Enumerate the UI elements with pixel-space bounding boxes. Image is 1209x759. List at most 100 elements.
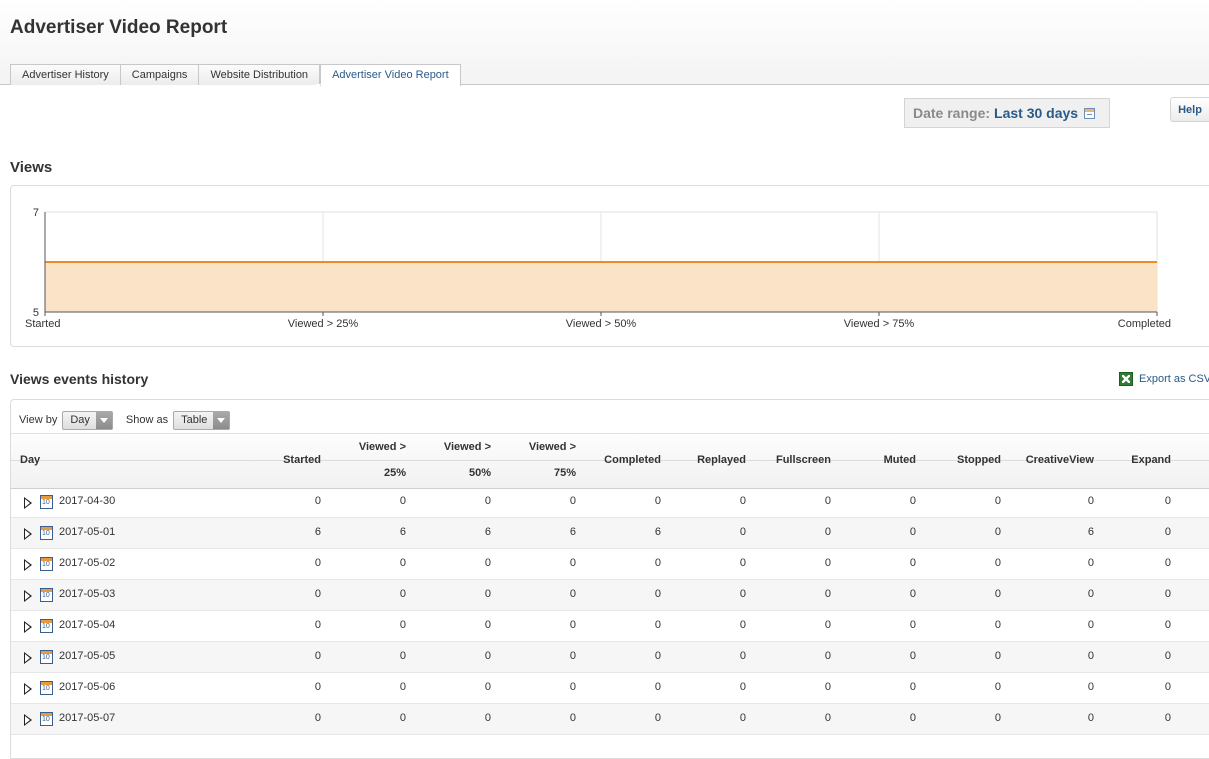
- row-cell: 0: [994, 495, 1001, 507]
- table-row[interactable]: 2017-05-01 6 6 6 6 6 0 0 0 0 6 0: [11, 518, 1209, 549]
- row-cell: 0: [739, 526, 746, 538]
- column-header[interactable]: Fullscreen: [776, 454, 831, 466]
- calendar-icon: [40, 495, 53, 509]
- row-cell: 0: [484, 495, 491, 507]
- excel-icon: [1119, 372, 1133, 386]
- row-cell: 0: [569, 495, 576, 507]
- show-as-select[interactable]: Table: [173, 410, 231, 430]
- row-cell: 0: [1164, 526, 1171, 538]
- column-header-line1[interactable]: Viewed >: [444, 441, 491, 453]
- views-events-table: View by Day Show as Table Day Started Vie…: [10, 399, 1209, 759]
- page-title: Advertiser Video Report: [10, 17, 228, 38]
- table-row[interactable]: 2017-05-06 0 0 0 0 0 0 0 0 0 0 0: [11, 673, 1209, 704]
- table-row[interactable]: 2017-05-05 0 0 0 0 0 0 0 0 0 0 0: [11, 642, 1209, 673]
- tab-campaigns[interactable]: Campaigns: [119, 64, 200, 85]
- column-header-line2[interactable]: 50%: [469, 467, 491, 479]
- column-header[interactable]: Muted: [884, 454, 916, 466]
- column-header[interactable]: Stopped: [957, 454, 1001, 466]
- row-cell: 6: [484, 526, 491, 538]
- row-date: 2017-05-04: [59, 619, 116, 631]
- column-header[interactable]: Completed: [604, 454, 661, 466]
- column-header[interactable]: CreativeView: [1026, 454, 1094, 466]
- column-header[interactable]: Replayed: [697, 454, 746, 466]
- row-cell: 0: [654, 681, 661, 693]
- row-cell: 0: [654, 619, 661, 631]
- export-csv-label: Export as CSV: [1139, 373, 1209, 385]
- row-cell: 0: [314, 557, 321, 569]
- column-header-line1[interactable]: Viewed >: [529, 441, 576, 453]
- views-section-title: Views: [10, 159, 53, 176]
- calendar-icon: [40, 588, 53, 602]
- row-cell: 0: [1087, 650, 1094, 662]
- row-cell: 0: [1164, 495, 1171, 507]
- expand-triangle-icon[interactable]: [24, 497, 32, 509]
- table-row[interactable]: 2017-04-30 0 0 0 0 0 0 0 0 0 0 0: [11, 487, 1209, 518]
- calendar-icon: [40, 526, 53, 540]
- column-header-day[interactable]: Day: [20, 454, 40, 466]
- series-area: [45, 262, 1157, 312]
- calendar-icon: [40, 650, 53, 664]
- table-row[interactable]: 2017-05-03 0 0 0 0 0 0 0 0 0 0 0: [11, 580, 1209, 611]
- history-section-title: Views events history: [10, 371, 149, 387]
- row-cell: 0: [654, 650, 661, 662]
- report-tabs: Advertiser History Campaigns Website Dis…: [10, 64, 461, 86]
- expand-triangle-icon[interactable]: [24, 590, 32, 602]
- row-cell: 0: [1164, 557, 1171, 569]
- row-cell: 6: [569, 526, 576, 538]
- table-header: Day Started Viewed > 25% Viewed > 50% Viewed …: [11, 433, 1209, 489]
- column-header[interactable]: Started: [283, 454, 321, 466]
- tab-advertiser-history[interactable]: Advertiser History: [10, 64, 121, 85]
- help-button[interactable]: Help: [1170, 97, 1209, 122]
- row-cell: 0: [399, 588, 406, 600]
- row-cell: 0: [569, 712, 576, 724]
- table-row[interactable]: 2017-05-04 0 0 0 0 0 0 0 0 0 0 0: [11, 611, 1209, 642]
- tab-website-distribution[interactable]: Website Distribution: [198, 64, 321, 85]
- view-by-label: View by: [19, 414, 58, 426]
- row-cell: 6: [654, 526, 661, 538]
- expand-triangle-icon[interactable]: [24, 528, 32, 540]
- row-cell: 0: [824, 650, 831, 662]
- row-cell: 0: [739, 495, 746, 507]
- row-cell: 0: [824, 526, 831, 538]
- view-by-select[interactable]: Day: [62, 410, 113, 430]
- x-tick-label: Viewed > 25%: [288, 318, 359, 330]
- row-cell: 0: [909, 526, 916, 538]
- row-cell: 0: [994, 681, 1001, 693]
- table-row[interactable]: 2017-05-02 0 0 0 0 0 0 0 0 0 0 0: [11, 549, 1209, 580]
- row-cell: 0: [824, 557, 831, 569]
- expand-triangle-icon[interactable]: [24, 621, 32, 633]
- row-cell: 0: [824, 495, 831, 507]
- row-cell: 0: [399, 557, 406, 569]
- table-row[interactable]: 2017-05-07 0 0 0 0 0 0 0 0 0 0 0: [11, 704, 1209, 735]
- row-cell: 0: [484, 681, 491, 693]
- export-csv-link[interactable]: Export as CSV: [1119, 372, 1209, 386]
- row-date: 2017-05-01: [59, 526, 116, 538]
- table-controls: View by Day Show as Table: [19, 410, 231, 430]
- column-header-line2[interactable]: 75%: [554, 467, 576, 479]
- expand-triangle-icon[interactable]: [24, 652, 32, 664]
- x-tick-label: Completed: [1118, 318, 1171, 330]
- row-cell: 0: [314, 619, 321, 631]
- row-cell: 0: [399, 681, 406, 693]
- row-cell: 0: [484, 712, 491, 724]
- expand-triangle-icon[interactable]: [24, 559, 32, 571]
- chevron-down-icon: [95, 411, 112, 429]
- date-range-picker[interactable]: Date range: Last 30 days: [904, 98, 1110, 128]
- row-cell: 0: [1164, 681, 1171, 693]
- views-chart: 7 5 Started Viewed > 25% Viewed > 50% Viewed …: [10, 185, 1209, 347]
- column-header[interactable]: Expand: [1131, 454, 1171, 466]
- row-cell: 0: [484, 619, 491, 631]
- expand-triangle-icon[interactable]: [24, 683, 32, 695]
- expand-triangle-icon[interactable]: [24, 714, 32, 726]
- row-cell: 0: [739, 650, 746, 662]
- row-cell: 0: [1164, 588, 1171, 600]
- row-cell: 0: [314, 495, 321, 507]
- tab-advertiser-video-report[interactable]: Advertiser Video Report: [320, 64, 461, 86]
- view-by-value: Day: [70, 414, 90, 426]
- column-header-line2[interactable]: 25%: [384, 467, 406, 479]
- column-header-line1[interactable]: Viewed >: [359, 441, 406, 453]
- date-range-label: Date range:: [913, 105, 991, 121]
- row-cell: 0: [484, 588, 491, 600]
- row-cell: 0: [909, 588, 916, 600]
- row-cell: 0: [909, 650, 916, 662]
